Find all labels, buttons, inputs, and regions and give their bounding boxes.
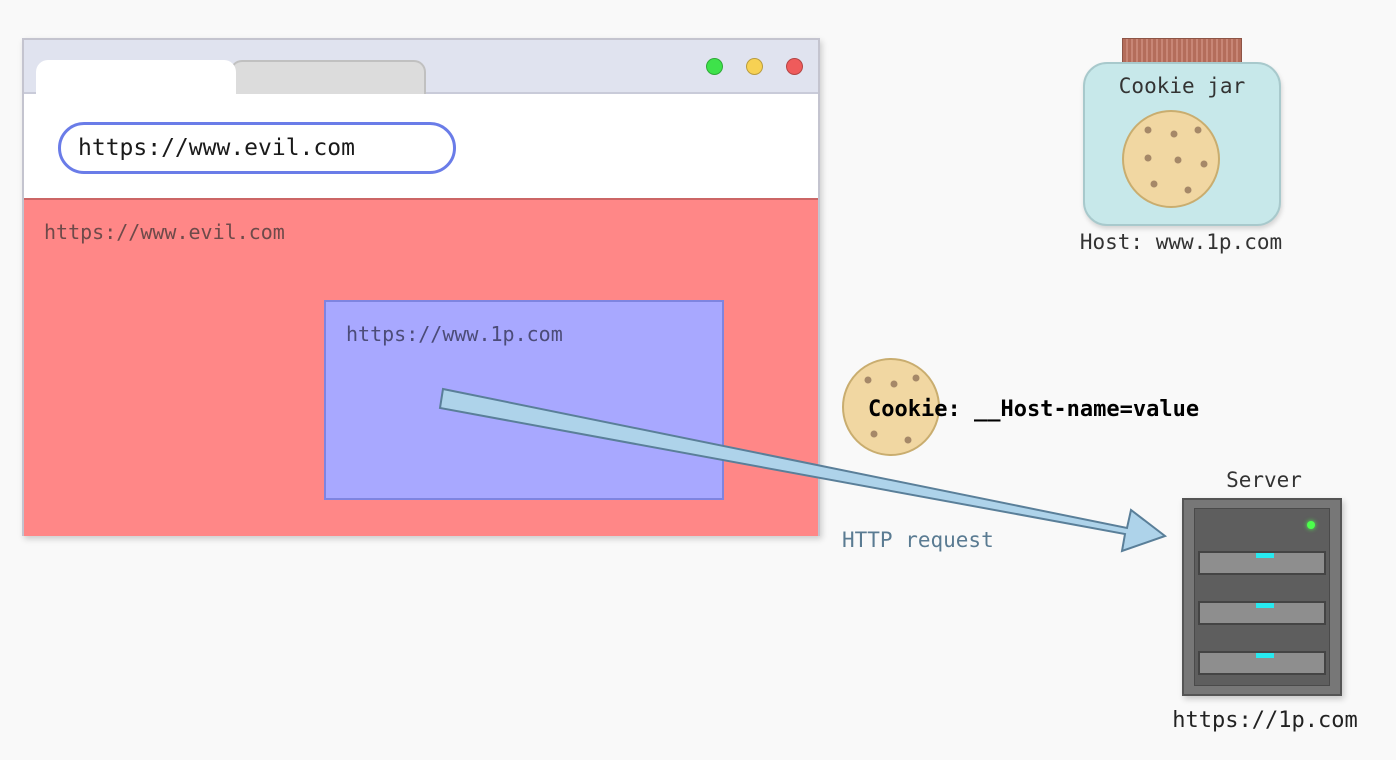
server-rack [1194, 508, 1330, 686]
server-drive [1198, 651, 1326, 675]
drive-led [1256, 553, 1274, 558]
drive-led [1256, 603, 1274, 608]
drive-led [1256, 653, 1274, 658]
server-icon [1182, 498, 1342, 696]
http-request-label: HTTP request [842, 528, 994, 552]
server-drive [1198, 601, 1326, 625]
server-power-led [1307, 521, 1315, 529]
server-drive [1198, 551, 1326, 575]
server-title: Server [1226, 468, 1302, 492]
server-url-label: https://1p.com [1172, 708, 1358, 733]
cookie-header-label: Cookie: __Host-name=value [868, 397, 1200, 422]
